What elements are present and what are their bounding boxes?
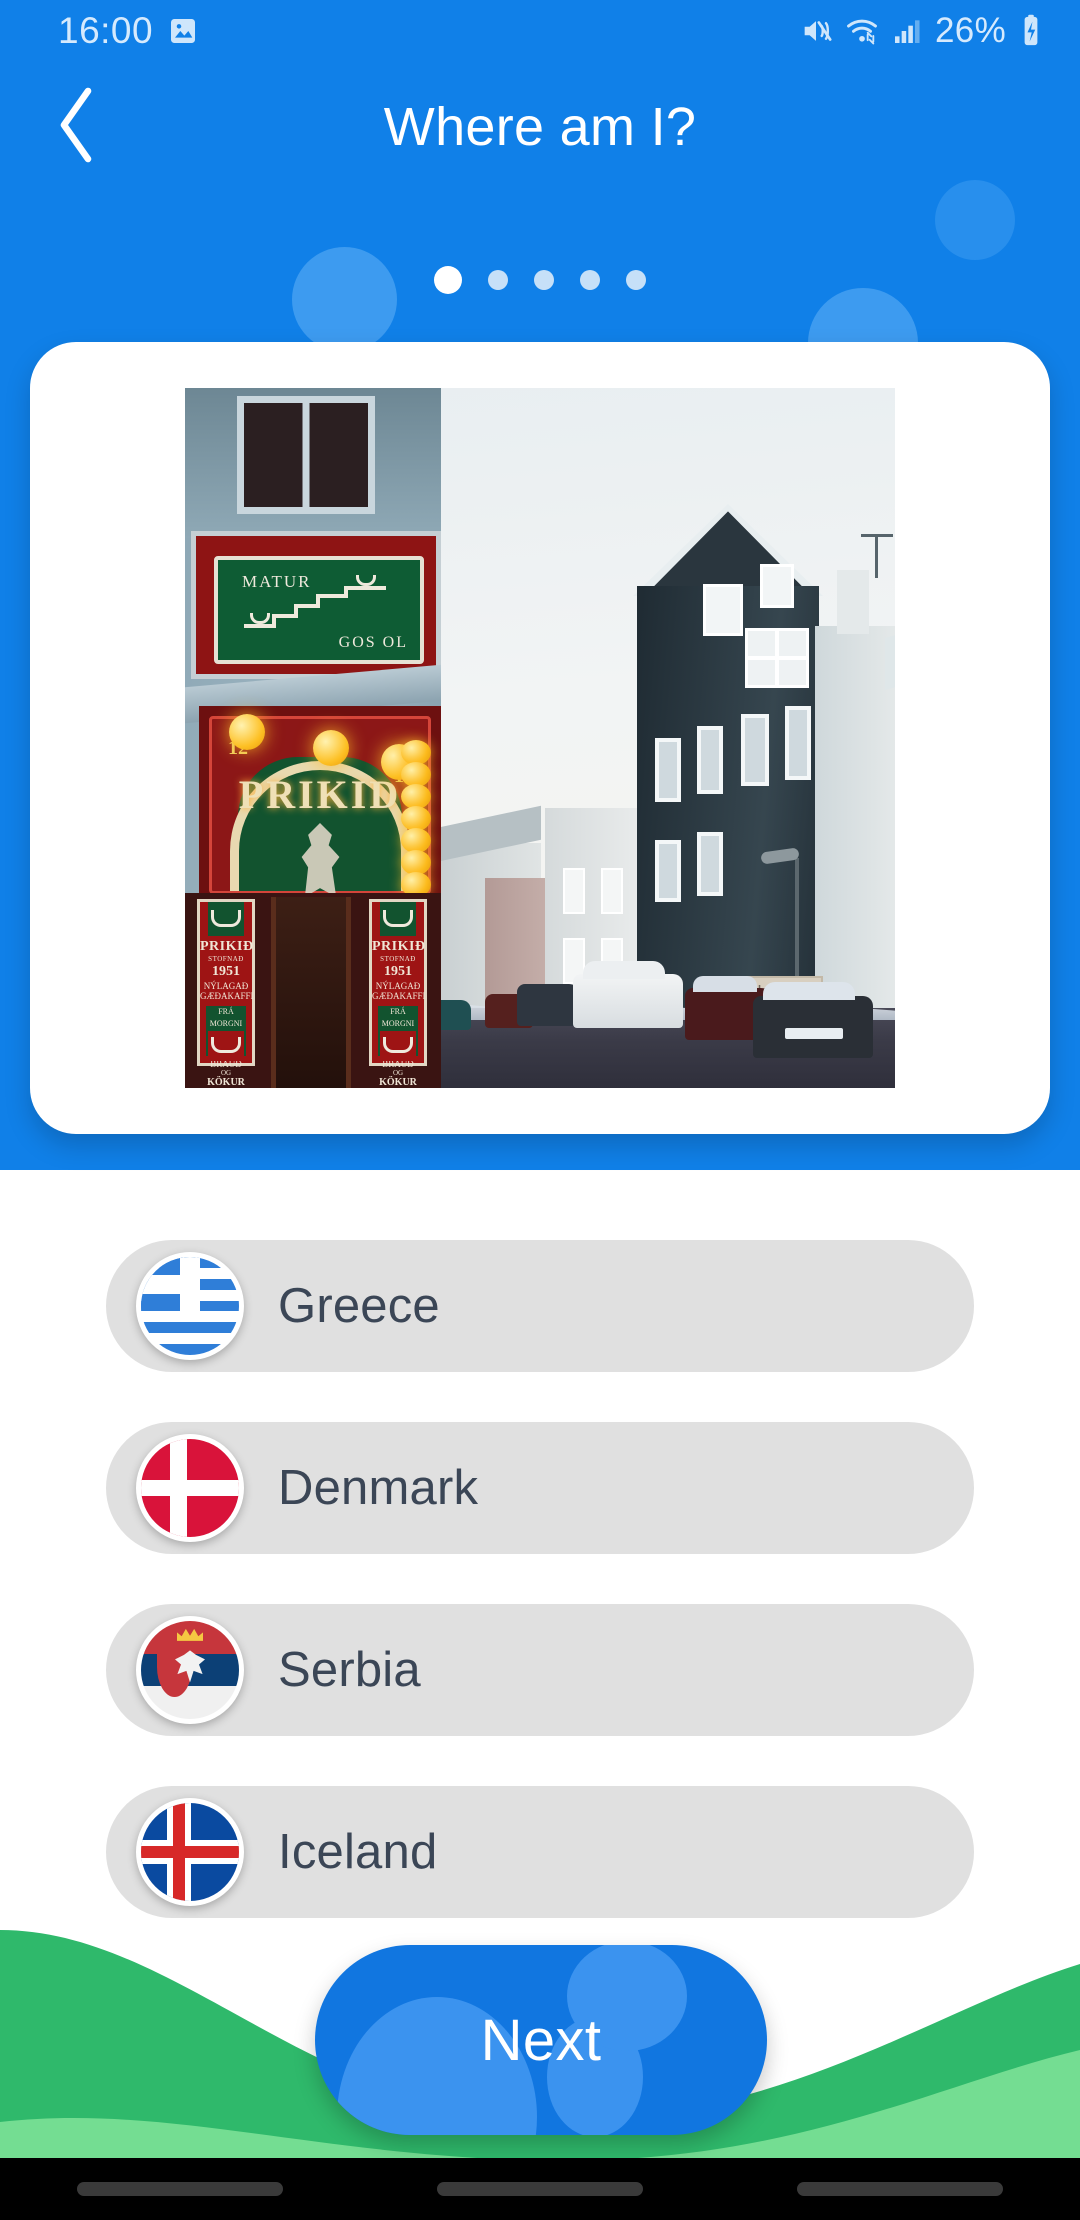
- nav-recents-pill[interactable]: [77, 2182, 283, 2196]
- photo-window: [745, 628, 809, 688]
- photo-light-bulb: [229, 714, 265, 750]
- photo-menu-name: PRIKIÐ: [372, 939, 426, 954]
- photo-window: [697, 726, 723, 794]
- photo-car: [517, 984, 579, 1026]
- system-nav-bar: [0, 2158, 1080, 2220]
- photo-menu-year: 1951: [212, 964, 240, 979]
- progress-dots: [0, 266, 1080, 294]
- photo-menu-bread3: KÖKUR: [207, 1077, 245, 1088]
- photo-doorway: PRIKIÐ STOFNAÐ 1951 NÝLAGAÐ GÆÐAKAFFI FR…: [185, 893, 441, 1088]
- status-bar-left: 16:00: [58, 10, 199, 52]
- photo-chimney: [837, 570, 869, 634]
- photo-sign-text-gosol: GOS OL: [338, 634, 408, 651]
- quiz-screen: 16:00 26% Where am I? MATUR GOS OL PRIKI…: [0, 0, 1080, 2220]
- photo-window: [703, 584, 743, 636]
- photo-menu-green2: MORGNI: [381, 1018, 415, 1028]
- photo-menu-green2: MORGNI: [209, 1018, 243, 1028]
- answer-option-label: Iceland: [278, 1825, 438, 1879]
- progress-dot-active: [434, 266, 462, 294]
- denmark-flag-icon: [136, 1434, 244, 1542]
- photo-green-sign: MATUR GOS OL: [214, 556, 424, 664]
- photo-car: [753, 982, 873, 1058]
- photo-window: [655, 738, 681, 802]
- photo-menu-line2: GÆÐAKAFFI: [372, 991, 426, 1001]
- photo-menu-green1: FRÁ: [218, 1007, 234, 1016]
- next-button-label: Next: [480, 2007, 602, 2073]
- progress-dot: [626, 270, 646, 290]
- photo-cafe-upper: [185, 388, 441, 538]
- photo-menu-board: PRIKIÐ STOFNAÐ 1951 NÝLAGAÐ GÆÐAKAFFI FR…: [369, 899, 427, 1088]
- photo-menu-board: PRIKIÐ STOFNAÐ 1951 NÝLAGAÐ GÆÐAKAFFI FR…: [197, 899, 255, 1088]
- photo-window: [237, 396, 375, 514]
- answer-option-greece[interactable]: Greece: [106, 1240, 974, 1372]
- mute-icon: [799, 14, 833, 48]
- answer-option-label: Greece: [278, 1279, 440, 1333]
- question-photo: kiosk MATUR GOS OL: [185, 388, 895, 1088]
- photo-cup-graphic: [380, 1031, 416, 1061]
- nav-back-pill[interactable]: [797, 2182, 1003, 2196]
- decorative-circle: [935, 180, 1015, 260]
- question-photo-card: kiosk MATUR GOS OL: [30, 342, 1050, 1134]
- photo-menu-founded: STOFNAÐ: [380, 955, 416, 963]
- iceland-flag-icon: [136, 1798, 244, 1906]
- photo-menu-line2: GÆÐAKAFFI: [200, 991, 254, 1001]
- status-bar-right: 26%: [799, 11, 1044, 51]
- photo-cup-graphic: [208, 902, 244, 936]
- page-title: Where am I?: [383, 97, 697, 157]
- photo-window: [697, 832, 723, 896]
- photo-light-bulb: [313, 730, 349, 766]
- photo-menu-bread3: KÖKUR: [379, 1077, 417, 1088]
- photo-menu-year: 1951: [384, 964, 412, 979]
- photo-window: [655, 840, 681, 902]
- serbia-flag-icon: [136, 1616, 244, 1724]
- photo-window: [741, 714, 769, 786]
- status-bar: 16:00 26%: [0, 0, 1080, 62]
- answer-option-denmark[interactable]: Denmark: [106, 1422, 974, 1554]
- progress-dot: [488, 270, 508, 290]
- image-icon: [167, 15, 199, 47]
- photo-cafe-building: MATUR GOS OL PRIKID PRIKIÐ STOFNAÐ 1951 …: [185, 388, 441, 1088]
- answer-option-label: Denmark: [278, 1461, 479, 1515]
- nav-home-pill[interactable]: [437, 2182, 643, 2196]
- photo-antenna: [861, 534, 893, 578]
- photo-window: [785, 706, 811, 780]
- photo-menu-green1: FRÁ: [390, 1007, 406, 1016]
- photo-window: [760, 564, 794, 608]
- answer-option-iceland[interactable]: Iceland: [106, 1786, 974, 1918]
- photo-red-panel: MATUR GOS OL: [191, 531, 441, 679]
- next-button[interactable]: Next: [315, 1945, 767, 2135]
- photo-menu-founded: STOFNAÐ: [208, 955, 244, 963]
- photo-bulb-strip: [401, 740, 431, 900]
- answer-option-serbia[interactable]: Serbia: [106, 1604, 974, 1736]
- photo-stairs-graphic: [244, 575, 386, 630]
- battery-percent: 26%: [935, 11, 1006, 50]
- app-header: Where am I?: [0, 62, 1080, 192]
- photo-streetlamp: [795, 858, 799, 978]
- progress-dot: [534, 270, 554, 290]
- signal-icon: [891, 15, 923, 47]
- wifi-icon: [845, 14, 879, 48]
- status-time: 16:00: [58, 10, 154, 51]
- photo-cup-graphic: [208, 1031, 244, 1061]
- photo-car: [573, 961, 683, 1028]
- answer-option-label: Serbia: [278, 1643, 421, 1697]
- decorative-circle: [292, 247, 397, 352]
- progress-dot: [580, 270, 600, 290]
- greece-flag-icon: [136, 1252, 244, 1360]
- battery-charging-icon: [1018, 14, 1044, 48]
- photo-door: [271, 897, 351, 1088]
- photo-cup-graphic: [380, 902, 416, 936]
- photo-menu-name: PRIKIÐ: [200, 939, 254, 954]
